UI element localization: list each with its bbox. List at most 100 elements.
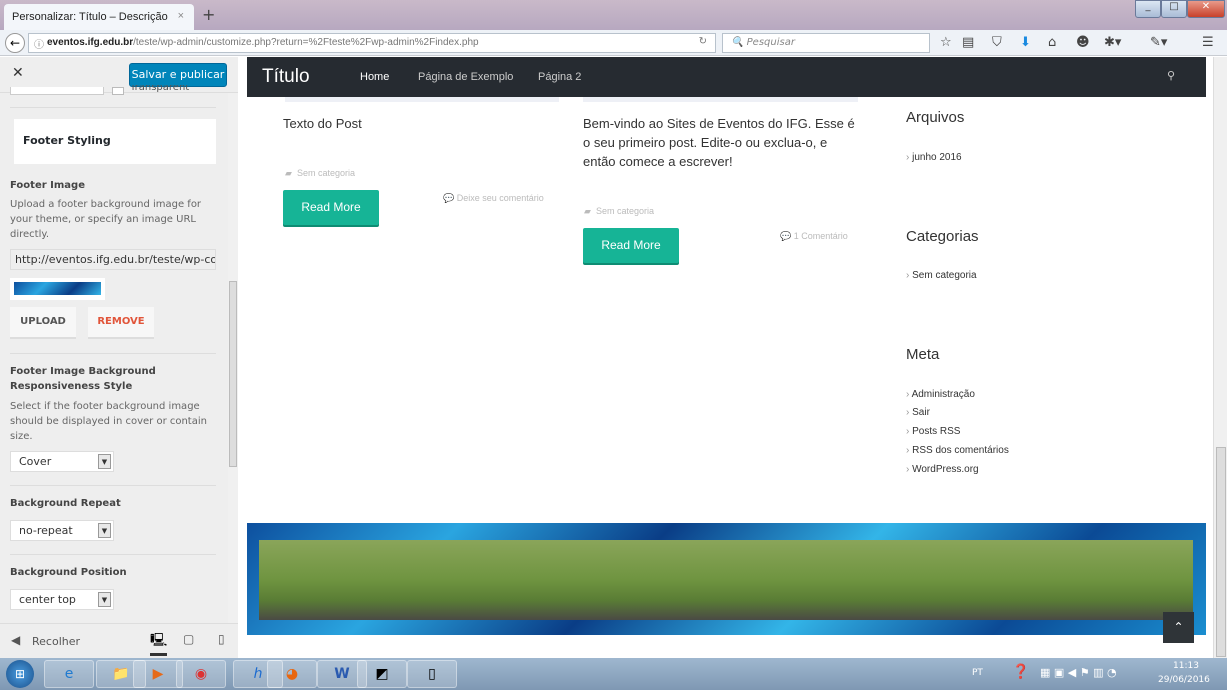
info-icon[interactable]: ⓘ — [34, 36, 44, 51]
transparent-checkbox[interactable] — [112, 87, 124, 95]
folder-icon: ▰ — [584, 206, 591, 216]
read-more-button[interactable]: Read More — [583, 228, 679, 263]
url-bar[interactable]: ⓘ eventos.ifg.edu.br/teste/wp-admin/custo… — [28, 33, 716, 53]
remove-button[interactable]: REMOVE — [88, 307, 154, 337]
window-titlebar: Personalizar: Título – Descrição × + _ □ … — [0, 0, 1227, 30]
nav-pagina-exemplo[interactable]: Página de Exemplo — [418, 71, 513, 83]
background-repeat-select[interactable]: no-repeat ▼ — [10, 520, 114, 541]
post-image-edge — [285, 97, 559, 102]
tab-title: Personalizar: Título – Descrição — [12, 11, 168, 23]
maximize-button[interactable]: □ — [1161, 0, 1187, 18]
language-indicator[interactable]: PT — [972, 668, 983, 678]
close-customizer-icon[interactable]: ✕ — [12, 65, 24, 81]
sidebar-scrollbar[interactable] — [228, 93, 238, 623]
desktop-preview-icon[interactable]: 🖳 — [150, 631, 168, 656]
footer-background-image — [247, 523, 1206, 635]
footer-photo — [259, 540, 1193, 620]
search-input[interactable]: 🔍 Pesquisar — [722, 33, 930, 53]
meta-link-logout[interactable]: Sair — [906, 407, 930, 418]
download-icon[interactable]: ⬇ — [1020, 35, 1031, 50]
new-tab-button[interactable]: + — [202, 5, 215, 24]
chevron-down-icon: ▼ — [98, 592, 111, 607]
url-host: eventos.ifg.edu.br — [47, 37, 134, 48]
select-value: no-repeat — [19, 524, 73, 537]
post-comments[interactable]: 💬 Deixe seu comentário — [443, 193, 544, 204]
site-header: Título Home Página de Exemplo Página 2 ⚲ — [247, 57, 1206, 97]
close-tab-icon[interactable]: × — [178, 10, 184, 22]
document-icon[interactable]: ▯ — [407, 660, 457, 688]
post-excerpt: Bem-vindo ao Sites de Eventos do IFG. Es… — [583, 116, 855, 169]
category-text: Sem categoria — [296, 168, 355, 178]
app-icon[interactable]: ◩ — [357, 660, 407, 688]
meta-link-comments-rss[interactable]: RSS dos comentários — [906, 445, 1009, 456]
post-category[interactable]: ▰ Sem categoria — [584, 206, 654, 217]
site-preview: Título Home Página de Exemplo Página 2 ⚲… — [247, 57, 1206, 658]
help-icon[interactable]: ❓ — [1012, 664, 1029, 680]
category-link[interactable]: Sem categoria — [906, 270, 976, 281]
start-button[interactable]: ⊞ — [6, 660, 34, 688]
post-comments[interactable]: 💬 1 Comentário — [780, 231, 848, 242]
page-scrollbar[interactable] — [1213, 57, 1227, 658]
browser-tab[interactable]: Personalizar: Título – Descrição × — [4, 4, 194, 30]
post-category[interactable]: ▰ Sem categoria — [285, 168, 355, 179]
folder-icon: ▰ — [285, 168, 292, 178]
search-placeholder: Pesquisar — [746, 37, 795, 48]
windows-taskbar: ⊞ e 📁 ▶ ◉ ℎ ◕ W ◩ ▯ PT ❓ ▦ ▣ ◀ ⚑ ▥ ◔ 11:… — [0, 658, 1227, 690]
widget-title-meta: Meta — [906, 346, 940, 363]
comments-icon: 💬 — [443, 193, 455, 203]
post-image-edge — [583, 97, 858, 102]
select-value: Cover — [19, 455, 52, 468]
firefox-icon[interactable]: ◕ — [267, 660, 317, 688]
home-icon[interactable]: ⌂ — [1048, 35, 1056, 50]
bookmark-star-icon[interactable]: ☆ — [940, 35, 952, 50]
search-icon[interactable]: ⚲ — [1167, 69, 1175, 82]
comments-icon: 💬 — [780, 231, 792, 241]
chat-icon[interactable]: ☻ — [1076, 35, 1090, 50]
meta-link-posts-rss[interactable]: Posts RSS — [906, 426, 960, 437]
pocket-icon[interactable]: ⛉ — [992, 35, 1002, 50]
post-excerpt: Texto do Post — [283, 116, 362, 131]
mobile-preview-icon[interactable]: ▯ — [218, 632, 225, 646]
nav-home[interactable]: Home — [360, 71, 389, 83]
collapse-icon[interactable]: ◀ — [11, 633, 20, 647]
background-position-label: Background Position — [10, 567, 127, 578]
comments-text: 1 Comentário — [793, 231, 848, 241]
nav-pagina-2[interactable]: Página 2 — [538, 71, 581, 83]
color-picker[interactable] — [10, 87, 104, 95]
back-icon[interactable]: ← — [5, 33, 25, 53]
publish-button[interactable]: Salvar e publicar — [129, 63, 227, 87]
tray-icons[interactable]: ▦ ▣ ◀ ⚑ ▥ ◔ — [1040, 666, 1117, 679]
extension-icon[interactable]: ✱▾ — [1104, 35, 1121, 50]
sidebar-footer: ◀ Recolher 🖳 ▢ ▯ — [0, 623, 238, 658]
chevron-down-icon: ▼ — [98, 523, 111, 538]
reading-list-icon[interactable]: ▤ — [962, 35, 974, 50]
select-value: center top — [19, 593, 76, 606]
section-title[interactable]: Footer Styling — [10, 119, 216, 164]
responsive-style-select[interactable]: Cover ▼ — [10, 451, 114, 472]
responsive-style-description: Select if the footer background image sh… — [10, 401, 207, 442]
clock-date[interactable]: 29/06/2016 — [1158, 675, 1210, 685]
read-more-button[interactable]: Read More — [283, 190, 379, 225]
site-title[interactable]: Título — [262, 66, 310, 88]
reload-icon[interactable]: ↻ — [699, 36, 707, 47]
close-window-button[interactable]: ✕ — [1187, 0, 1225, 18]
minimize-button[interactable]: _ — [1135, 0, 1161, 18]
clock-time[interactable]: 11:13 — [1173, 661, 1199, 671]
background-position-select[interactable]: center top ▼ — [10, 589, 114, 610]
archive-link[interactable]: junho 2016 — [906, 152, 962, 163]
browser-toolbar: ← ⓘ eventos.ifg.edu.br/teste/wp-admin/cus… — [0, 30, 1227, 56]
scroll-to-top-button[interactable]: ⌃ — [1163, 612, 1194, 643]
meta-link-wordpress[interactable]: WordPress.org — [906, 464, 979, 475]
menu-icon[interactable]: ☰ — [1202, 35, 1214, 50]
footer-image-label: Footer Image — [10, 180, 85, 191]
meta-link-admin[interactable]: Administração — [906, 389, 975, 400]
tablet-preview-icon[interactable]: ▢ — [183, 632, 194, 646]
eyedropper-icon[interactable]: ✎▾ — [1150, 35, 1167, 50]
chevron-down-icon: ▼ — [98, 454, 111, 469]
footer-image-url-input[interactable]: http://eventos.ifg.edu.br/teste/wp-cor — [10, 249, 216, 270]
upload-button[interactable]: UPLOAD — [10, 307, 76, 337]
widget-title-archives: Arquivos — [906, 109, 965, 126]
ie-icon[interactable]: e — [44, 660, 94, 688]
chrome-icon[interactable]: ◉ — [176, 660, 226, 688]
collapse-button[interactable]: Recolher — [32, 635, 80, 648]
